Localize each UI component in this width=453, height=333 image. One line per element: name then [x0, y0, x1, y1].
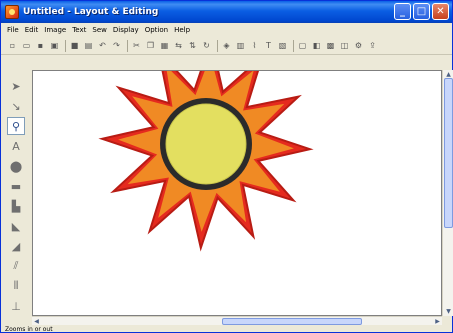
zoom-icon[interactable]: ⚲ [7, 117, 25, 135]
stitch-tool-icon[interactable]: ⫽ [7, 257, 25, 275]
point-edit-icon[interactable]: ↘ [7, 97, 25, 115]
outline-tool-icon[interactable]: ▬ [7, 177, 25, 195]
new-icon[interactable]: ▫ [7, 40, 18, 51]
vertical-scroll-thumb[interactable] [444, 78, 453, 228]
maximize-button[interactable]: □ [413, 3, 430, 20]
minimize-button[interactable]: _ [394, 3, 411, 20]
app-window: Untitled - Layout & Editing _ □ ✕ File E… [0, 0, 453, 333]
status-text: Zooms in or out [5, 325, 53, 333]
fill-tool-icon[interactable]: ◢ [7, 237, 25, 255]
rotate-icon[interactable]: ↻ [201, 40, 212, 51]
brush-tool-icon[interactable]: ◣ [7, 217, 25, 235]
stamp-tool-icon[interactable]: ▙ [7, 197, 25, 215]
menu-help[interactable]: Help [174, 26, 190, 34]
vertical-scrollbar[interactable]: ▲ ▼ [442, 70, 453, 316]
save-icon[interactable]: ▪ [35, 40, 46, 51]
close-icon: ✕ [436, 5, 445, 17]
view-icon[interactable]: ▢ [297, 40, 308, 51]
menu-image[interactable]: Image [44, 26, 66, 34]
stop-icon[interactable]: ■ [69, 40, 80, 51]
menu-edit[interactable]: Edit [25, 26, 39, 34]
redo-icon[interactable]: ↷ [111, 40, 122, 51]
toolbar-separator [127, 39, 128, 52]
design-icon[interactable]: ▩ [325, 40, 336, 51]
open-icon[interactable]: ▭ [21, 40, 32, 51]
window-controls: _ □ ✕ [394, 3, 449, 20]
import-icon[interactable]: ▤ [83, 40, 94, 51]
sun-center [165, 103, 247, 185]
horizontal-scrollbar[interactable]: ◀ ▶ [32, 316, 442, 325]
preview-icon[interactable]: ◧ [311, 40, 322, 51]
measure-tool-icon[interactable]: ⫴ [7, 277, 25, 295]
sew-icon[interactable]: ⚙ [353, 40, 364, 51]
text-tool-icon[interactable]: A [7, 137, 25, 155]
sun-embroidery-design[interactable] [33, 71, 442, 316]
cut-icon[interactable]: ✂ [131, 40, 142, 51]
paste-icon[interactable]: ▦ [159, 40, 170, 51]
toolbar-separator [65, 39, 66, 52]
copy-icon[interactable]: ❐ [145, 40, 156, 51]
text-icon[interactable]: T [263, 40, 274, 51]
window-title: Untitled - Layout & Editing [23, 7, 159, 17]
pattern-icon[interactable]: ▧ [277, 40, 288, 51]
maximize-icon: □ [416, 5, 427, 17]
grid-icon[interactable]: ▥ [235, 40, 246, 51]
undo-icon[interactable]: ↶ [97, 40, 108, 51]
menu-option[interactable]: Option [145, 26, 168, 34]
mirror-icon[interactable]: ⇆ [173, 40, 184, 51]
toolbar-separator [293, 39, 294, 52]
toolbar-separator [217, 39, 218, 52]
menu-text[interactable]: Text [72, 26, 86, 34]
design-canvas[interactable] [32, 70, 442, 316]
tool-palette: ➤ ↘ ⚲ A ⬤ ▬ ▙ ◣ ◢ ⫽ ⫴ ⊥ [3, 77, 29, 317]
shape-tool-icon[interactable]: ⬤ [7, 157, 25, 175]
main-toolbar: ▫ ▭ ▪ ▣ ■ ▤ ↶ ↷ ✂ ❐ ▦ ⇆ ⇅ ↻ ◈ ▥ ⌇ T ▧ ▢ … [1, 37, 452, 55]
settings-tool-icon[interactable]: ⊥ [7, 297, 25, 315]
menu-file[interactable]: File [7, 26, 19, 34]
color-icon[interactable]: ◈ [221, 40, 232, 51]
horizontal-scroll-thumb[interactable] [222, 318, 362, 325]
minimize-icon: _ [400, 5, 405, 17]
properties-icon[interactable]: ◫ [339, 40, 350, 51]
app-icon [5, 5, 19, 19]
save-as-icon[interactable]: ▣ [49, 40, 60, 51]
transfer-icon[interactable]: ⇪ [367, 40, 378, 51]
select-arrow-icon[interactable]: ➤ [7, 77, 25, 95]
stitch-icon[interactable]: ⌇ [249, 40, 260, 51]
close-button[interactable]: ✕ [432, 3, 449, 20]
status-bar: Zooms in or out [1, 325, 452, 333]
menu-sew[interactable]: Sew [92, 26, 106, 34]
flip-icon[interactable]: ⇅ [187, 40, 198, 51]
menu-bar: File Edit Image Text Sew Display Option … [1, 23, 452, 36]
title-bar[interactable]: Untitled - Layout & Editing _ □ ✕ [1, 1, 452, 23]
menu-display[interactable]: Display [113, 26, 139, 34]
scroll-down-icon[interactable]: ▼ [443, 307, 453, 316]
